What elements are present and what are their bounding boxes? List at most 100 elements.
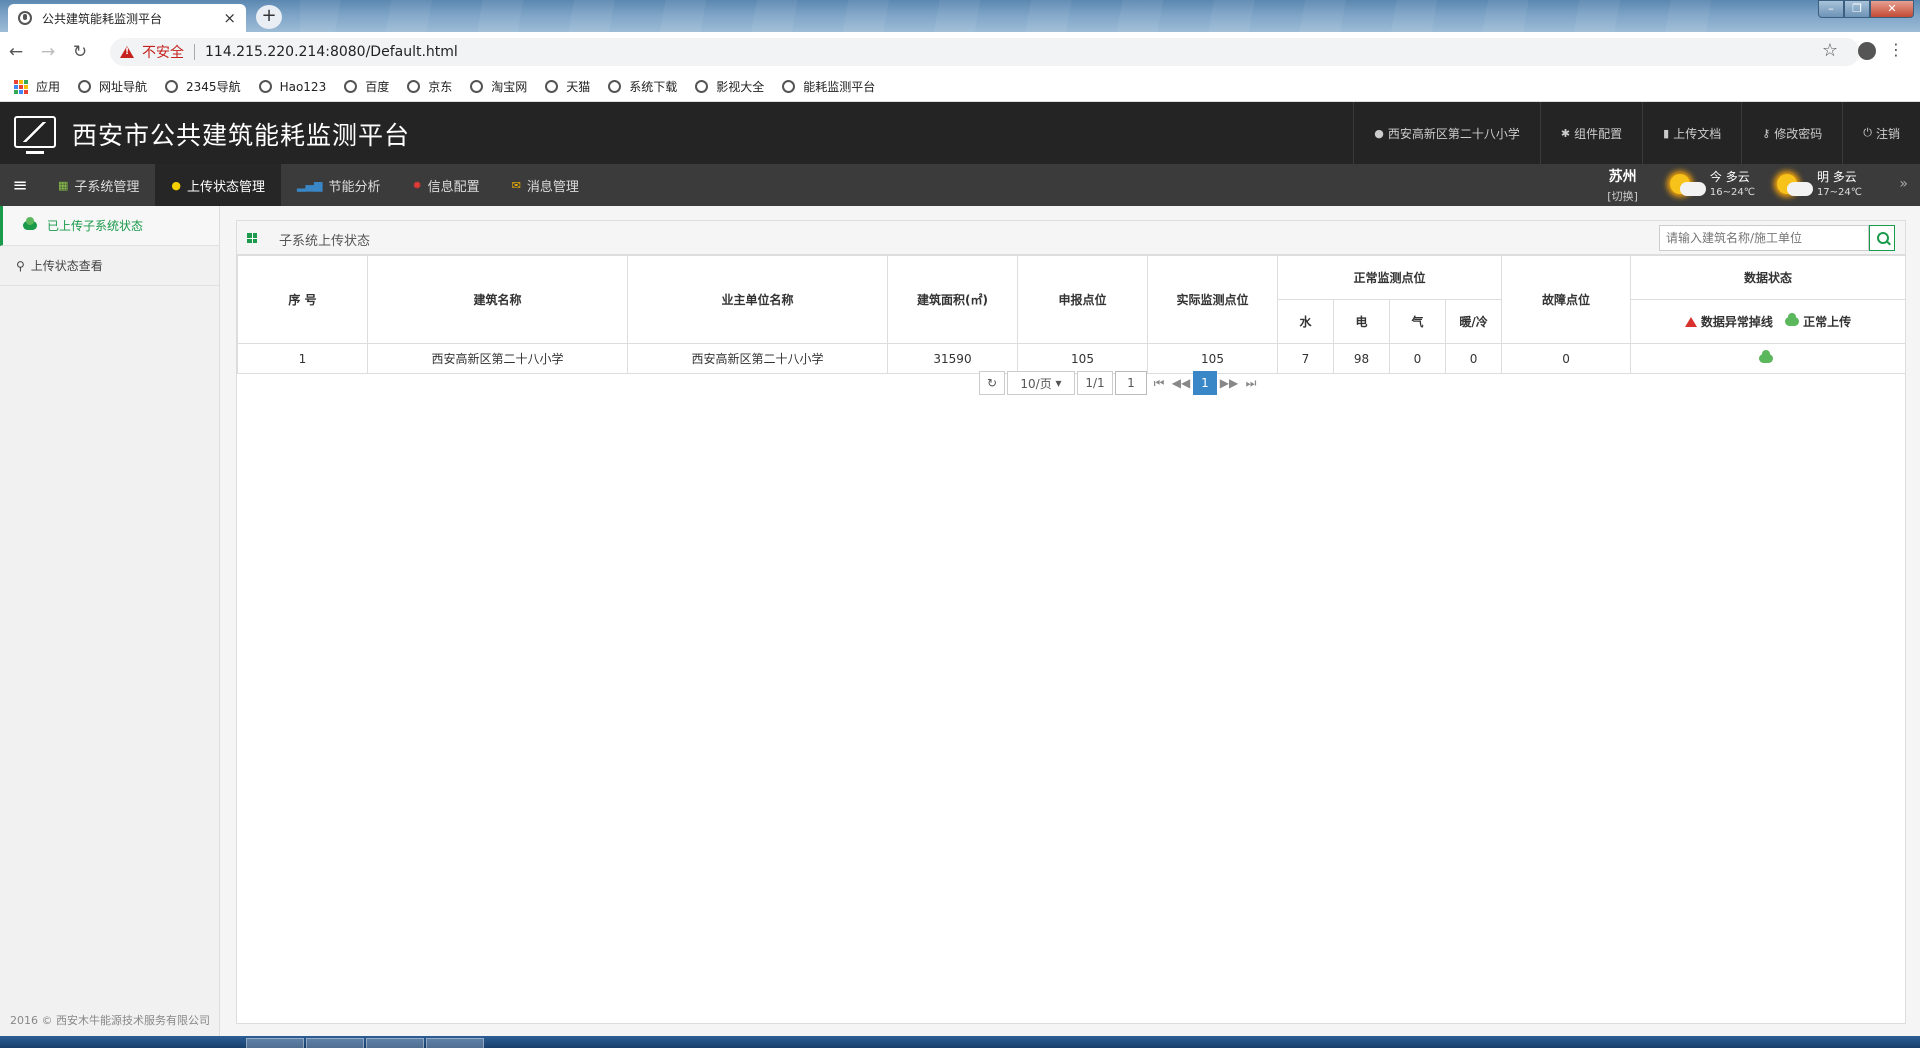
globe-icon: [407, 80, 421, 93]
browser-menu-icon[interactable]: ⋮: [1888, 40, 1904, 59]
tab-title: 公共建筑能耗监测平台: [42, 11, 163, 26]
os-taskbar: [0, 1036, 1920, 1048]
taskbar-item[interactable]: [246, 1038, 304, 1048]
nav-info-config[interactable]: ✹ 信息配置: [396, 164, 495, 206]
page-number-input[interactable]: 1: [1115, 371, 1147, 395]
sidebar-item-upload-view[interactable]: ⚲ 上传状态查看: [0, 246, 219, 286]
gear-icon: ✱: [1560, 126, 1571, 140]
bookmark-item[interactable]: 影视大全: [695, 78, 764, 95]
maximize-button[interactable]: ❐: [1844, 0, 1870, 18]
nav-menu: ▦ 子系统管理 ● 上传状态管理 ▂▄▆ 节能分析 ✹ 信息配置 ✉ 消息管理: [42, 164, 595, 206]
col-header-fault: 故障点位: [1501, 255, 1632, 344]
nav-subsystem-mgmt[interactable]: ▦ 子系统管理: [42, 164, 155, 206]
cloud-upload-icon: [23, 216, 41, 233]
bookmark-item[interactable]: 京东: [407, 78, 452, 95]
browser-tab[interactable]: 公共建筑能耗监测平台 ×: [8, 4, 246, 32]
taskbar-item[interactable]: [426, 1038, 484, 1048]
key-icon: ⚷: [1762, 126, 1771, 140]
tab-close-button[interactable]: ×: [223, 9, 236, 27]
bookmark-item[interactable]: 网址导航: [78, 78, 147, 95]
cell-heat-cool: 0: [1444, 343, 1503, 374]
col-header-building: 建筑名称: [367, 255, 628, 344]
col-header-water: 水: [1277, 299, 1334, 344]
col-header-heat-cool: 暖/冷: [1444, 299, 1503, 344]
nav-message-mgmt[interactable]: ✉ 消息管理: [496, 164, 595, 206]
chevron-right-icon[interactable]: »: [1899, 176, 1908, 192]
new-tab-button[interactable]: +: [256, 5, 282, 29]
taskbar-item[interactable]: [306, 1038, 364, 1048]
page-size-select[interactable]: 10/页 ▾: [1007, 371, 1075, 395]
status-panel: 子系统上传状态 序 号 建筑名称 业主单位名称 建筑面积(㎡) 申报点位 实际监: [236, 220, 1907, 1024]
bookmark-item[interactable]: 天猫: [545, 78, 590, 95]
search-icon: ⚲: [16, 258, 25, 273]
col-header-index: 序 号: [237, 255, 368, 344]
city-switch-link[interactable]: [切换]: [1607, 188, 1638, 204]
globe-icon: [165, 80, 179, 93]
bookmark-item[interactable]: 百度: [344, 78, 389, 95]
search-button[interactable]: [1869, 225, 1895, 251]
reload-icon[interactable]: ↻: [64, 42, 96, 62]
globe-icon: [695, 80, 709, 93]
bookmark-apps[interactable]: 应用: [36, 78, 60, 95]
refresh-icon[interactable]: ↻: [979, 371, 1005, 395]
table-row[interactable]: 1 西安高新区第二十八小学 西安高新区第二十八小学 31590 105 105 …: [237, 343, 1907, 374]
bookmark-item[interactable]: 系统下载: [608, 78, 677, 95]
app-title: 西安市公共建筑能耗监测平台: [72, 121, 411, 150]
main-content: 子系统上传状态 序 号 建筑名称 业主单位名称 建筑面积(㎡) 申报点位 实际监: [220, 206, 1920, 1036]
last-page-icon[interactable]: ⏭: [1241, 371, 1261, 395]
power-icon: ⏻: [1863, 126, 1872, 139]
bookmark-star-icon[interactable]: ☆: [1822, 40, 1838, 61]
bookmark-item[interactable]: 能耗监测平台: [782, 78, 875, 95]
weather-tomorrow-label: 明 多云: [1816, 170, 1857, 184]
current-user-link[interactable]: ● 西安高新区第二十八小学: [1353, 102, 1540, 164]
current-page-button[interactable]: 1: [1193, 371, 1217, 395]
cell-index: 1: [237, 343, 368, 374]
col-header-electric: 电: [1333, 299, 1390, 344]
cell-fault: 0: [1501, 343, 1632, 374]
bookmark-item[interactable]: Hao123: [258, 80, 326, 94]
globe-icon: [344, 80, 358, 93]
window-controls: – ❐ ✕: [1818, 0, 1914, 18]
taskbar-item[interactable]: [366, 1038, 424, 1048]
next-page-icon[interactable]: ▶▶: [1219, 371, 1239, 395]
col-header-normal: 正常监测点位: [1276, 255, 1503, 300]
globe-icon: [78, 80, 92, 93]
close-window-button[interactable]: ✕: [1870, 0, 1914, 18]
minimize-button[interactable]: –: [1818, 0, 1844, 18]
warning-icon: [120, 46, 134, 58]
upload-doc-link[interactable]: ▮ 上传文档: [1642, 102, 1741, 164]
apps-grid-icon[interactable]: [14, 79, 28, 94]
book-icon: ▮: [1663, 126, 1670, 140]
cell-declared: 105: [1017, 343, 1148, 374]
component-config-link[interactable]: ✱ 组件配置: [1539, 102, 1642, 164]
back-arrow-icon[interactable]: ←: [0, 42, 32, 62]
bookmark-item[interactable]: 淘宝网: [470, 78, 527, 95]
forward-arrow-icon[interactable]: →: [32, 42, 64, 62]
col-header-declared: 申报点位: [1017, 255, 1148, 344]
weather-tomorrow-temp: 17~24℃: [1816, 187, 1862, 198]
col-header-area: 建筑面积(㎡): [887, 255, 1018, 344]
legend-ok-label: 正常上传: [1803, 315, 1852, 329]
bookmarks-bar: 应用 网址导航 2345导航 Hao123 百度 京东 淘宝网 天猫 系统下载 …: [0, 72, 1920, 102]
account-icon[interactable]: [1858, 42, 1876, 60]
search-input[interactable]: [1659, 225, 1869, 251]
globe-icon: [470, 80, 484, 93]
nav-energy-analysis[interactable]: ▂▄▆ 节能分析: [281, 164, 396, 206]
first-page-icon[interactable]: ⏮: [1149, 371, 1169, 395]
col-header-actual: 实际监测点位: [1147, 255, 1278, 344]
logout-link[interactable]: ⏻ 注销: [1842, 102, 1920, 164]
alert-circle-icon: ●: [171, 178, 182, 192]
hamburger-menu-icon[interactable]: ≡: [0, 164, 40, 206]
url-field[interactable]: 不安全 114.215.220.214:8080/Default.html: [110, 38, 1860, 66]
globe-icon: [258, 80, 272, 93]
cell-actual: 105: [1147, 343, 1278, 374]
col-header-data-status: 数据状态: [1630, 255, 1907, 300]
sidebar-item-uploaded-status[interactable]: 已上传子系统状态: [0, 206, 219, 246]
weather-today-temp: 16~24℃: [1709, 187, 1755, 198]
window-titlebar: 公共建筑能耗监测平台 × + – ❐ ✕: [0, 0, 1920, 32]
change-password-link[interactable]: ⚷ 修改密码: [1741, 102, 1842, 164]
prev-page-icon[interactable]: ◀◀: [1171, 371, 1191, 395]
bookmark-item[interactable]: 2345导航: [165, 78, 241, 95]
panel-title: 子系统上传状态: [279, 234, 371, 249]
nav-upload-status-mgmt[interactable]: ● 上传状态管理: [155, 164, 282, 206]
